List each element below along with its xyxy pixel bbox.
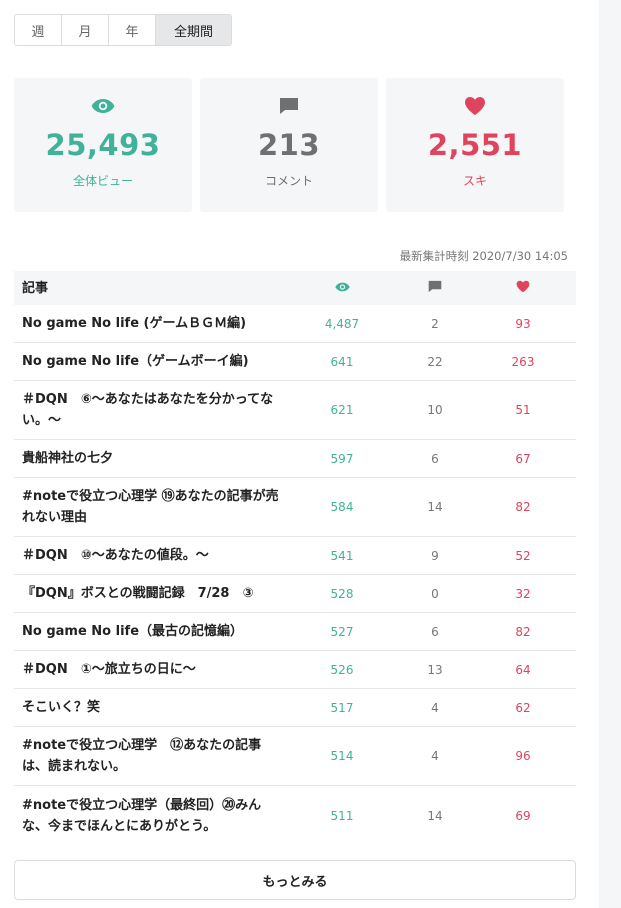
table-row: 『DQN』ボスとの戦闘記録 7/28 ③ 528 0 32 bbox=[14, 575, 576, 613]
comment-icon bbox=[428, 280, 442, 296]
table-row: No game No life（最古の記憶編） 527 6 82 bbox=[14, 613, 576, 651]
likes-total: 2,551 bbox=[427, 128, 523, 162]
period-tabs: 週 月 年 全期間 bbox=[14, 14, 232, 46]
article-comments: 0 bbox=[431, 586, 439, 601]
comment-icon bbox=[279, 96, 299, 116]
tab-month[interactable]: 月 bbox=[62, 15, 109, 45]
article-title[interactable]: 貴船神社の七夕 bbox=[14, 448, 284, 469]
table-row: ＃DQN ①～旅立ちの日に～ 526 13 64 bbox=[14, 651, 576, 689]
heart-icon bbox=[464, 96, 486, 116]
scrollbar-gutter[interactable] bbox=[599, 0, 621, 908]
article-views: 4,487 bbox=[324, 316, 360, 331]
table-row: 貴船神社の七夕 597 6 67 bbox=[14, 440, 576, 478]
header-views bbox=[284, 281, 400, 295]
article-comments: 6 bbox=[431, 451, 439, 466]
article-likes: 67 bbox=[515, 451, 531, 466]
article-likes: 62 bbox=[515, 700, 531, 715]
article-likes: 82 bbox=[515, 624, 531, 639]
table-row: そこいく？笑 517 4 62 bbox=[14, 689, 576, 727]
likes-label: スキ bbox=[462, 174, 487, 188]
article-table: 記事 No game No life (ゲームＢＧＭ編) 4,487 2 93 … bbox=[14, 271, 576, 845]
article-likes: 69 bbox=[515, 808, 531, 823]
article-views: 527 bbox=[330, 624, 354, 639]
tab-year[interactable]: 年 bbox=[109, 15, 156, 45]
article-title[interactable]: ＃DQN ⑥～あなたはあなたを分かってない。～ bbox=[14, 389, 284, 431]
table-row: #noteで役立つ心理学 ⑫あなたの記事は、読まれない。 514 4 96 bbox=[14, 727, 576, 786]
table-row: #noteで役立つ心理学 ⑲あなたの記事が売れない理由 584 14 82 bbox=[14, 478, 576, 537]
article-comments: 13 bbox=[427, 662, 443, 677]
table-row: No game No life（ゲームボーイ編) 641 22 263 bbox=[14, 343, 576, 381]
table-row: #noteで役立つ心理学（最終回）⑳みんな、今までほんとにありがとう。 511 … bbox=[14, 786, 576, 845]
table-row: ＃DQN ⑥～あなたはあなたを分かってない。～ 621 10 51 bbox=[14, 381, 576, 440]
article-likes: 93 bbox=[515, 316, 531, 331]
eye-icon bbox=[334, 281, 350, 295]
header-comments bbox=[400, 280, 470, 296]
views-label: 全体ビュー bbox=[72, 174, 133, 188]
tab-week[interactable]: 週 bbox=[15, 15, 62, 45]
table-header: 記事 bbox=[14, 271, 576, 305]
article-comments: 14 bbox=[427, 808, 443, 823]
comments-card: 213 コメント bbox=[200, 78, 378, 212]
article-title[interactable]: ＃DQN ⑩～あなたの値段。～ bbox=[14, 545, 284, 566]
article-comments: 6 bbox=[431, 624, 439, 639]
comments-total: 213 bbox=[257, 128, 321, 162]
article-likes: 96 bbox=[515, 749, 531, 763]
article-title[interactable]: No game No life（最古の記憶編） bbox=[14, 621, 284, 642]
article-likes: 263 bbox=[511, 354, 535, 369]
article-likes: 51 bbox=[515, 403, 531, 417]
article-views: 517 bbox=[330, 700, 354, 715]
article-views: 597 bbox=[330, 451, 354, 466]
article-title[interactable]: No game No life (ゲームＢＧＭ編) bbox=[14, 313, 284, 334]
article-title[interactable]: ＃DQN ①～旅立ちの日に～ bbox=[14, 659, 284, 680]
table-row: No game No life (ゲームＢＧＭ編) 4,487 2 93 bbox=[14, 305, 576, 343]
views-total: 25,493 bbox=[45, 128, 161, 162]
likes-card: 2,551 スキ bbox=[386, 78, 564, 212]
article-likes: 52 bbox=[515, 548, 531, 563]
article-views: 584 bbox=[330, 500, 354, 514]
article-views: 621 bbox=[330, 403, 354, 417]
article-comments: 10 bbox=[427, 403, 443, 417]
article-title[interactable]: 『DQN』ボスとの戦闘記録 7/28 ③ bbox=[14, 583, 284, 604]
article-comments: 4 bbox=[431, 700, 439, 715]
article-views: 641 bbox=[330, 354, 354, 369]
article-comments: 4 bbox=[431, 749, 439, 763]
article-title[interactable]: #noteで役立つ心理学（最終回）⑳みんな、今までほんとにありがとう。 bbox=[14, 795, 284, 837]
article-comments: 22 bbox=[427, 354, 443, 369]
stats-summary: 25,493 全体ビュー 213 コメント 2,551 スキ bbox=[14, 78, 576, 212]
article-title[interactable]: #noteで役立つ心理学 ⑲あなたの記事が売れない理由 bbox=[14, 486, 284, 528]
article-likes: 64 bbox=[515, 662, 531, 677]
article-likes: 32 bbox=[515, 586, 531, 601]
article-views: 511 bbox=[330, 808, 354, 823]
article-comments: 2 bbox=[431, 316, 439, 331]
article-title[interactable]: #noteで役立つ心理学 ⑫あなたの記事は、読まれない。 bbox=[14, 735, 284, 777]
comments-label: コメント bbox=[264, 174, 313, 188]
header-article: 記事 bbox=[22, 280, 49, 296]
article-views: 526 bbox=[330, 662, 354, 677]
article-comments: 9 bbox=[431, 548, 439, 563]
header-likes bbox=[470, 280, 576, 296]
eye-icon bbox=[91, 96, 115, 116]
article-comments: 14 bbox=[427, 500, 443, 514]
article-views: 514 bbox=[330, 749, 354, 763]
article-title[interactable]: そこいく？笑 bbox=[14, 697, 284, 718]
heart-icon bbox=[516, 280, 530, 296]
article-title[interactable]: No game No life（ゲームボーイ編) bbox=[14, 351, 284, 372]
article-likes: 82 bbox=[515, 500, 531, 514]
tab-all-time[interactable]: 全期間 bbox=[156, 15, 231, 45]
article-views: 541 bbox=[330, 548, 354, 563]
last-updated: 最新集計時刻 2020/7/30 14:05 bbox=[399, 249, 568, 263]
views-card: 25,493 全体ビュー bbox=[14, 78, 192, 212]
table-row: ＃DQN ⑩～あなたの値段。～ 541 9 52 bbox=[14, 537, 576, 575]
show-more-button[interactable]: もっとみる bbox=[14, 860, 576, 900]
article-views: 528 bbox=[330, 586, 354, 601]
